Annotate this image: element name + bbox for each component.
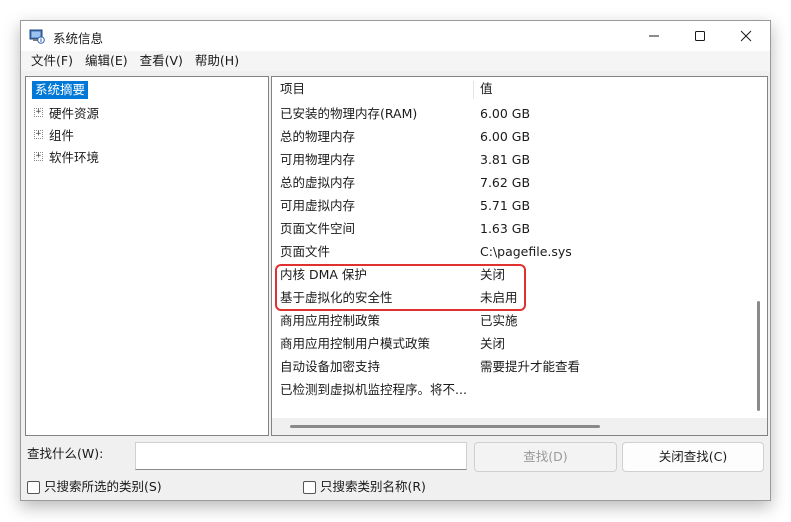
row-value: 7.62 GB	[480, 175, 531, 190]
horizontal-scroll-thumb[interactable]	[290, 425, 600, 428]
table-row[interactable]: 可用虚拟内存 5.71 GB	[272, 194, 752, 217]
menu-help[interactable]: 帮助(H)	[189, 51, 245, 71]
table-row[interactable]: 总的虚拟内存 7.62 GB	[272, 171, 752, 194]
tree-item-software-environment[interactable]: + 软件环境	[34, 147, 99, 165]
menu-bar: 文件(F) 编辑(E) 查看(V) 帮助(H)	[21, 51, 770, 71]
table-row[interactable]: 已检测到虚拟机监控程序。将不...	[272, 378, 752, 401]
menu-edit[interactable]: 编辑(E)	[79, 51, 134, 71]
expand-icon[interactable]: +	[34, 129, 43, 139]
checkbox-label: 只搜索类别名称(R)	[320, 479, 426, 494]
system-info-window: 系统信息 文件(F) 编辑(E) 查看(V) 帮助(H) 系统摘要 + 硬件资源…	[20, 20, 771, 501]
column-header-value[interactable]: 值	[480, 77, 493, 101]
row-value: 1.63 GB	[480, 221, 531, 236]
category-tree: 系统摘要 + 硬件资源 + 组件 + 软件环境	[25, 76, 269, 436]
row-value: 3.81 GB	[480, 152, 531, 167]
row-item: 商用应用控制政策	[280, 313, 381, 328]
row-item: 可用虚拟内存	[280, 198, 356, 213]
maximize-icon	[695, 31, 705, 41]
search-category-names-option[interactable]: 只搜索类别名称(R)	[303, 478, 426, 496]
window-title: 系统信息	[53, 31, 104, 46]
close-icon	[740, 30, 752, 42]
checkbox-label: 只搜索所选的类别(S)	[44, 479, 162, 494]
expand-icon[interactable]: +	[34, 107, 43, 117]
find-button[interactable]: 查找(D)	[474, 442, 617, 472]
column-header-item[interactable]: 项目	[280, 77, 305, 101]
row-value: C:\pagefile.sys	[480, 244, 572, 259]
system-info-icon	[29, 28, 45, 44]
row-item: 页面文件空间	[280, 221, 356, 236]
row-item: 已检测到虚拟机监控程序。将不...	[280, 382, 467, 397]
tree-item-label: 软件环境	[49, 149, 100, 165]
table-row[interactable]: 总的物理内存 6.00 GB	[272, 125, 752, 148]
row-item: 自动设备加密支持	[280, 359, 381, 374]
column-divider[interactable]	[473, 81, 474, 99]
highlight-annotation	[275, 264, 526, 311]
tree-item-label: 组件	[49, 127, 75, 143]
table-row[interactable]: 商用应用控制用户模式政策 关闭	[272, 332, 752, 355]
table-row[interactable]: 页面文件空间 1.63 GB	[272, 217, 752, 240]
vertical-scroll-thumb[interactable]	[757, 301, 760, 411]
details-list: 项目 值 已安装的物理内存(RAM) 6.00 GB 总的物理内存 6.00 G…	[271, 76, 768, 436]
tree-item-components[interactable]: + 组件	[34, 125, 74, 143]
row-value: 关闭	[480, 336, 506, 351]
tree-item-system-summary[interactable]: 系统摘要	[32, 81, 89, 99]
row-value: 6.00 GB	[480, 106, 531, 121]
find-input[interactable]	[135, 442, 467, 470]
table-row[interactable]: 可用物理内存 3.81 GB	[272, 148, 752, 171]
maximize-button[interactable]	[677, 21, 723, 51]
table-row[interactable]: 页面文件 C:\pagefile.sys	[272, 240, 752, 263]
row-item: 商用应用控制用户模式政策	[280, 336, 431, 351]
row-value: 已实施	[480, 313, 518, 328]
search-selected-category-option[interactable]: 只搜索所选的类别(S)	[27, 478, 162, 496]
row-item: 已安装的物理内存(RAM)	[280, 106, 418, 121]
minimize-button[interactable]	[631, 21, 677, 51]
tree-item-label: 硬件资源	[49, 105, 100, 121]
row-item: 总的物理内存	[280, 129, 356, 144]
title-bar: 系统信息	[21, 21, 770, 51]
close-button[interactable]	[723, 21, 769, 51]
row-item: 总的虚拟内存	[280, 175, 356, 190]
minimize-icon	[649, 35, 659, 37]
row-value: 5.71 GB	[480, 198, 531, 213]
row-item: 可用物理内存	[280, 152, 356, 167]
row-item: 页面文件	[280, 244, 331, 259]
find-label: 查找什么(W):	[27, 446, 104, 461]
table-row[interactable]: 已安装的物理内存(RAM) 6.00 GB	[272, 102, 752, 125]
table-row[interactable]: 商用应用控制政策 已实施	[272, 309, 752, 332]
search-category-names-checkbox[interactable]	[303, 480, 316, 494]
tree-item-hardware-resources[interactable]: + 硬件资源	[34, 103, 99, 121]
table-row[interactable]: 自动设备加密支持 需要提升才能查看	[272, 355, 752, 378]
close-find-button[interactable]: 关闭查找(C)	[622, 442, 764, 472]
menu-view[interactable]: 查看(V)	[134, 51, 189, 71]
row-value: 6.00 GB	[480, 129, 531, 144]
menu-file[interactable]: 文件(F)	[25, 51, 79, 71]
search-selected-category-checkbox[interactable]	[27, 480, 40, 494]
row-value: 需要提升才能查看	[480, 359, 581, 374]
expand-icon[interactable]: +	[34, 151, 43, 161]
